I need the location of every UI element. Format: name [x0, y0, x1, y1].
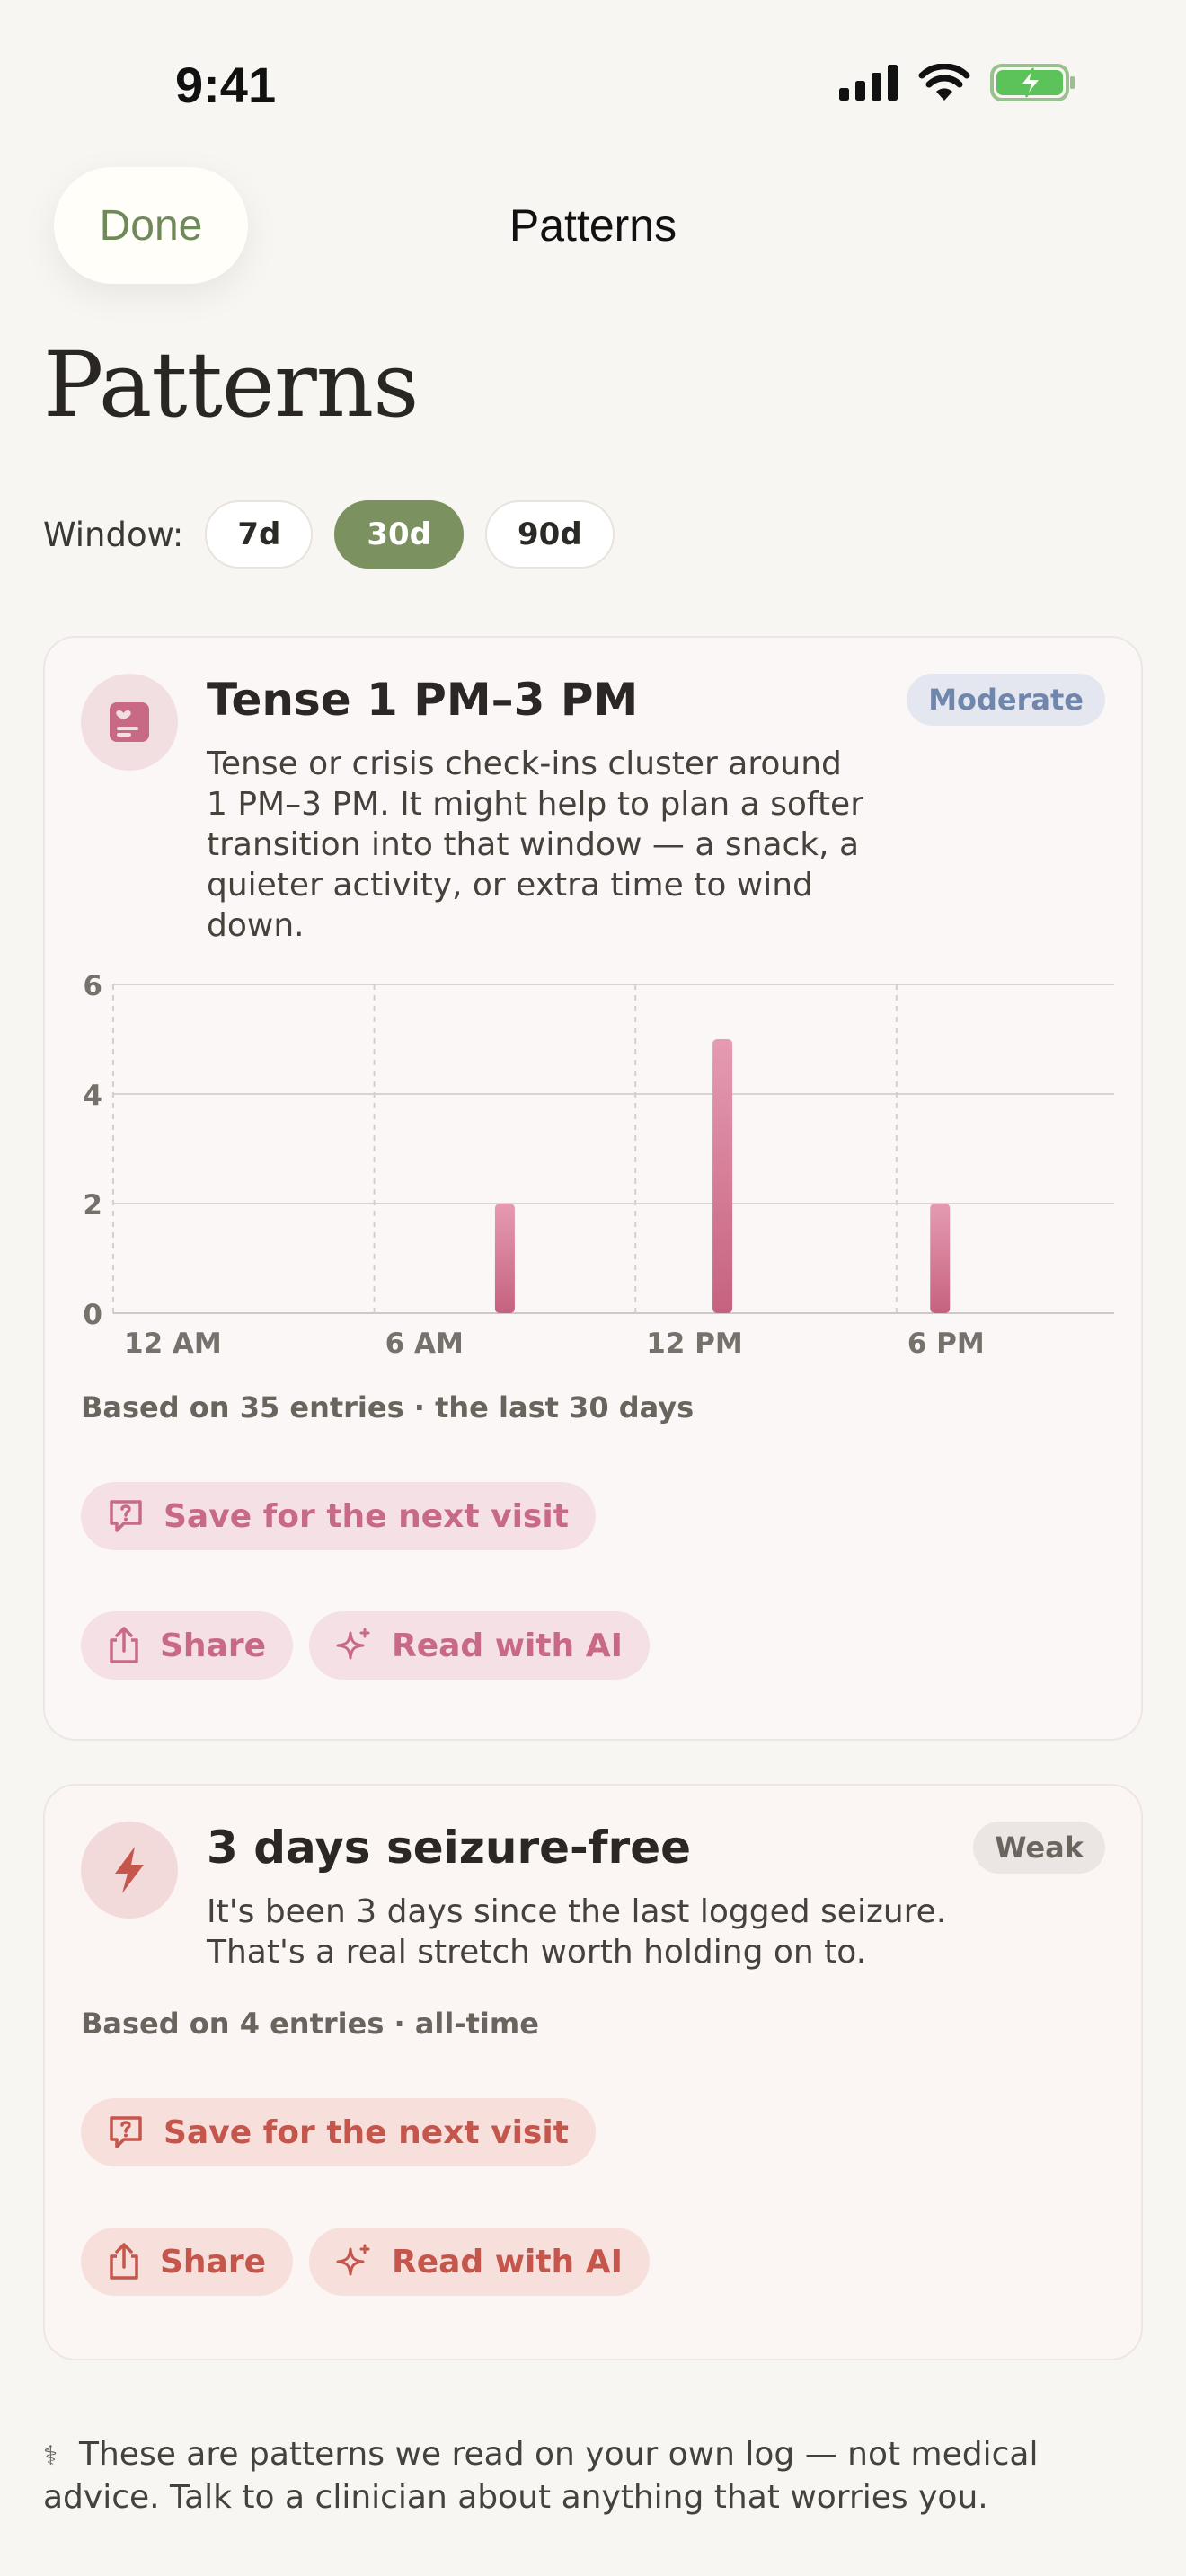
window-option-7d[interactable]: 7d	[205, 500, 314, 569]
x-tick-label: 12 AM	[124, 1328, 222, 1354]
window-selector: Window: 7d 30d 90d	[43, 500, 636, 569]
chart-bar	[494, 1204, 515, 1313]
share-label: Share	[160, 2243, 267, 2280]
wifi-icon	[918, 64, 970, 101]
window-option-30d[interactable]: 30d	[334, 500, 464, 569]
status-time: 9:41	[175, 57, 277, 113]
page-title: Patterns	[43, 332, 419, 437]
x-tick-label: 6 AM	[385, 1328, 464, 1354]
card-title: Tense 1 PM–3 PM	[207, 674, 639, 726]
save-label: Save for the next visit	[164, 2113, 569, 2151]
lightning-bolt-icon	[81, 1822, 178, 1919]
question-bubble-icon	[110, 2116, 142, 2148]
pattern-card-seizure-free: 3 days seizure-free Weak It's been 3 day…	[43, 1784, 1143, 2360]
status-icons	[839, 63, 1076, 102]
y-tick-label: 0	[83, 1299, 102, 1331]
cellular-signal-icon	[839, 65, 898, 101]
save-for-visit-button[interactable]: Save for the next visit	[81, 1482, 596, 1550]
share-button[interactable]: Share	[81, 1611, 294, 1680]
card-description: It's been 3 days since the last logged s…	[207, 1893, 947, 1971]
window-option-90d[interactable]: 90d	[485, 500, 615, 569]
save-label: Save for the next visit	[164, 1497, 569, 1535]
window-label: Window:	[43, 515, 184, 554]
y-tick-label: 6	[83, 970, 102, 1002]
card-title: 3 days seizure-free	[207, 1822, 692, 1874]
read-with-ai-button[interactable]: Read with AI	[309, 1611, 650, 1680]
status-bar: 9:41	[0, 0, 1186, 171]
disclaimer-note: ⚕ These are patterns we read on your own …	[43, 2434, 1148, 2519]
read-with-ai-button[interactable]: Read with AI	[309, 2228, 650, 2296]
battery-charging-icon	[990, 64, 1075, 101]
chart-bar	[712, 1039, 733, 1313]
sparkle-icon	[336, 2244, 370, 2276]
journal-heart-icon	[81, 674, 178, 771]
based-on-text: Based on 35 entries · the last 30 days	[81, 1390, 695, 1425]
strength-badge: Moderate	[907, 674, 1105, 726]
y-tick-label: 2	[83, 1189, 102, 1222]
pattern-card-tense: Tense 1 PM–3 PM Moderate Tense or crisis…	[43, 636, 1143, 1741]
caduceus-icon: ⚕	[43, 2440, 58, 2472]
share-icon	[110, 2243, 138, 2280]
card-description: Tense or crisis check-ins cluster around…	[207, 745, 864, 944]
save-for-visit-button[interactable]: Save for the next visit	[81, 2098, 596, 2166]
strength-badge: Weak	[973, 1822, 1105, 1874]
question-bubble-icon	[110, 1500, 142, 1532]
share-icon	[110, 1627, 138, 1663]
share-button[interactable]: Share	[81, 2228, 294, 2296]
y-tick-label: 4	[83, 1080, 102, 1112]
sparkle-icon	[336, 1628, 370, 1660]
share-label: Share	[160, 1627, 267, 1664]
chart-svg: 0 2 4 6 12 AM 6 AM 12 PM 6 PM	[83, 970, 1114, 1360]
x-tick-label: 12 PM	[646, 1328, 743, 1354]
nav-title: Patterns	[509, 200, 677, 251]
ai-label: Read with AI	[392, 1627, 623, 1664]
x-tick-label: 6 PM	[907, 1328, 985, 1354]
time-of-day-chart: 0 2 4 6 12 AM 6 AM 12 PM 6 PM	[81, 959, 1141, 1360]
chart-bar	[930, 1204, 951, 1313]
ai-label: Read with AI	[392, 2243, 623, 2280]
based-on-text: Based on 4 entries · all-time	[81, 2007, 539, 2041]
disclaimer-text: These are patterns we read on your own l…	[43, 2436, 1039, 2516]
